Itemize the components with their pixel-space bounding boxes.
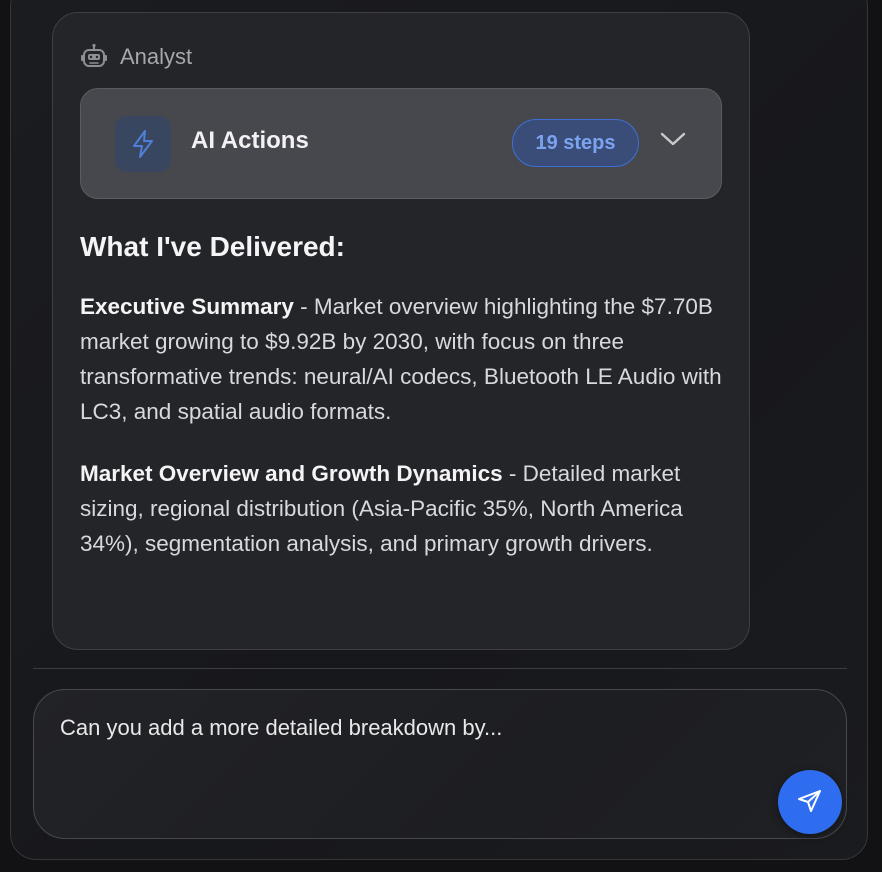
assistant-message-card: Analyst AI Actions 19 steps What I've De… — [52, 12, 750, 650]
deliverable-title: Market Overview and Growth Dynamics — [80, 461, 503, 486]
message-composer — [33, 689, 847, 839]
ai-actions-panel[interactable]: AI Actions 19 steps — [80, 88, 722, 199]
delivered-heading: What I've Delivered: — [80, 231, 345, 262]
author-name: Analyst — [120, 44, 193, 69]
deliverable-item: Market Overview and Growth Dynamics - De… — [80, 456, 730, 561]
paper-plane-icon — [796, 787, 824, 818]
robot-icon — [80, 43, 108, 71]
chevron-down-icon[interactable] — [659, 129, 687, 154]
deliverable-title: Executive Summary — [80, 294, 294, 319]
steps-count-badge[interactable]: 19 steps — [512, 119, 639, 167]
composer-divider — [33, 668, 847, 669]
message-input[interactable] — [60, 710, 760, 746]
send-button[interactable] — [778, 770, 842, 834]
message-author-row: Analyst — [80, 43, 192, 71]
ai-actions-title: AI Actions — [191, 127, 309, 154]
deliverable-item: Executive Summary - Market overview high… — [80, 289, 730, 429]
lightning-bolt-icon — [115, 116, 171, 172]
